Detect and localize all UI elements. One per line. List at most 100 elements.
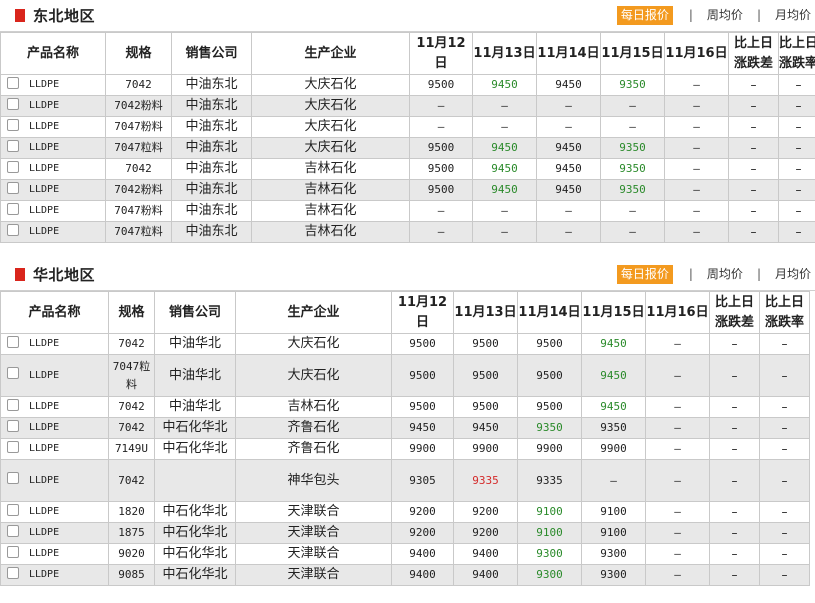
seller-cell: 中石化华北: [154, 438, 236, 460]
seller-cell: 中油东北: [171, 74, 252, 96]
row-select-checkbox[interactable]: [7, 139, 19, 152]
price-table: 产品名称 规格 销售公司 生产企业 11月12日 11月13日 11月14日 11月15日 11…: [0, 32, 815, 243]
change-diff-cell: –: [709, 396, 760, 418]
change-rate-cell: –: [759, 396, 810, 418]
column-header: 11月16日: [645, 291, 710, 334]
price-cell: 9900: [581, 438, 646, 460]
row-select-checkbox[interactable]: [7, 503, 19, 516]
column-header: 11月14日: [536, 32, 601, 75]
tab-monthly-avg[interactable]: 月均价: [771, 6, 815, 25]
price-cell: 9900: [453, 438, 518, 460]
price-cell: 9200: [453, 522, 518, 544]
spec-cell: 7047粒料: [105, 221, 172, 243]
row-select-checkbox[interactable]: [7, 566, 19, 579]
tab-weekly-avg[interactable]: 周均价: [703, 6, 747, 25]
price-cell: 9900: [391, 438, 454, 460]
change-rate-cell: –: [759, 459, 810, 502]
row-select-checkbox[interactable]: [7, 524, 19, 537]
price-cell: –: [664, 116, 729, 138]
price-cell: –: [409, 116, 473, 138]
tab-monthly-avg[interactable]: 月均价: [771, 265, 815, 284]
price-cell: –: [472, 95, 537, 117]
price-cell: 9450: [472, 74, 537, 96]
product-name: LLDPE: [29, 422, 60, 433]
product-cell: LLDPE: [0, 158, 106, 180]
producer-cell: 天津联合: [235, 564, 392, 586]
product-name: LLDPE: [29, 474, 60, 486]
change-rate-cell: –: [759, 522, 810, 544]
product-name: LLDPE: [29, 443, 60, 454]
price-cell: –: [409, 221, 473, 243]
table-header-row: 产品名称 规格 销售公司 生产企业 11月12日 11月13日 11月14日 11月15日 11…: [0, 32, 815, 75]
tab-separator: |: [756, 8, 761, 22]
row-select-checkbox[interactable]: [7, 440, 19, 453]
price-cell: –: [664, 200, 729, 222]
row-select-checkbox[interactable]: [7, 223, 19, 236]
row-select-checkbox[interactable]: [7, 76, 19, 89]
row-select-checkbox[interactable]: [7, 419, 19, 432]
change-rate-cell: –: [778, 74, 815, 96]
spec-cell: 7047粒料: [105, 137, 172, 159]
price-cell: 9500: [391, 333, 454, 355]
change-diff-cell: –: [728, 200, 779, 222]
row-select-checkbox[interactable]: [7, 181, 19, 194]
product-name: LLDPE: [29, 506, 60, 517]
section-header: 华北地区 每日报价 | 周均价 | 月均价: [0, 259, 815, 291]
product-name: LLDPE: [29, 79, 60, 90]
table-row: LLDPE 7149U 中石化华北 齐鲁石化 9900 9900 9900 9900– – –: [0, 438, 810, 460]
change-rate-cell: –: [778, 158, 815, 180]
price-cell: 9300: [581, 564, 646, 586]
product-cell: LLDPE: [0, 179, 106, 201]
price-cell: 9450: [472, 158, 537, 180]
tab-daily-price[interactable]: 每日报价: [616, 5, 673, 25]
price-cell: –: [645, 522, 710, 544]
row-select-checkbox[interactable]: [7, 367, 19, 379]
product-cell: LLDPE: [0, 333, 109, 355]
change-diff-cell: –: [709, 543, 760, 565]
price-cell: 9500: [409, 158, 473, 180]
row-select-checkbox[interactable]: [7, 202, 19, 215]
product-cell: LLDPE: [0, 354, 109, 397]
row-select-checkbox[interactable]: [7, 160, 19, 173]
row-select-checkbox[interactable]: [7, 118, 19, 131]
row-select-checkbox[interactable]: [7, 472, 19, 484]
table-row: LLDPE 1820 中石化华北 天津联合 9200 9200 9100 9100– – –: [0, 501, 810, 523]
product-name: LLDPE: [29, 205, 60, 216]
seller-cell: 中石化华北: [154, 522, 236, 544]
row-select-checkbox[interactable]: [7, 97, 19, 110]
column-header: 比上日 涨跌差: [709, 291, 760, 334]
producer-cell: 大庆石化: [251, 137, 410, 159]
price-cell: –: [645, 459, 710, 502]
row-select-checkbox[interactable]: [7, 545, 19, 558]
price-cell: –: [536, 95, 601, 117]
tab-daily-price[interactable]: 每日报价: [616, 264, 673, 284]
change-rate-cell: –: [759, 543, 810, 565]
view-tabs: 每日报价 | 周均价 | 月均价: [616, 264, 815, 284]
change-diff-cell: –: [728, 74, 779, 96]
tab-weekly-avg[interactable]: 周均价: [703, 265, 747, 284]
change-diff-cell: –: [728, 179, 779, 201]
section-marker: [15, 9, 25, 22]
row-select-checkbox[interactable]: [7, 335, 19, 348]
change-diff-cell: –: [728, 95, 779, 117]
seller-cell: 中油东北: [171, 221, 252, 243]
table-row: LLDPE 7042 中油东北 吉林石化 9500 9450 9450 9350– – –: [0, 158, 815, 180]
price-cell: 9400: [391, 564, 454, 586]
producer-cell: 大庆石化: [251, 116, 410, 138]
change-diff-cell: –: [728, 221, 779, 243]
row-select-checkbox[interactable]: [7, 398, 19, 411]
price-cell: 9100: [581, 501, 646, 523]
table-row: LLDPE 7042 中油东北 大庆石化 9500 9450 9450 9350– – –: [0, 74, 815, 96]
price-cell: 9350: [600, 179, 665, 201]
seller-cell: 中油东北: [171, 158, 252, 180]
price-cell: –: [600, 221, 665, 243]
column-header: 比上日 涨跌率: [759, 291, 810, 334]
column-header: 11月15日: [581, 291, 646, 334]
product-name: LLDPE: [29, 527, 60, 538]
change-rate-cell: –: [759, 417, 810, 439]
product-cell: LLDPE: [0, 396, 109, 418]
seller-cell: 中石化华北: [154, 417, 236, 439]
spec-cell: 1820: [108, 501, 155, 523]
price-cell: –: [645, 564, 710, 586]
table-row: LLDPE 9085 中石化华北 天津联合 9400 9400 9300 9300– – –: [0, 564, 810, 586]
